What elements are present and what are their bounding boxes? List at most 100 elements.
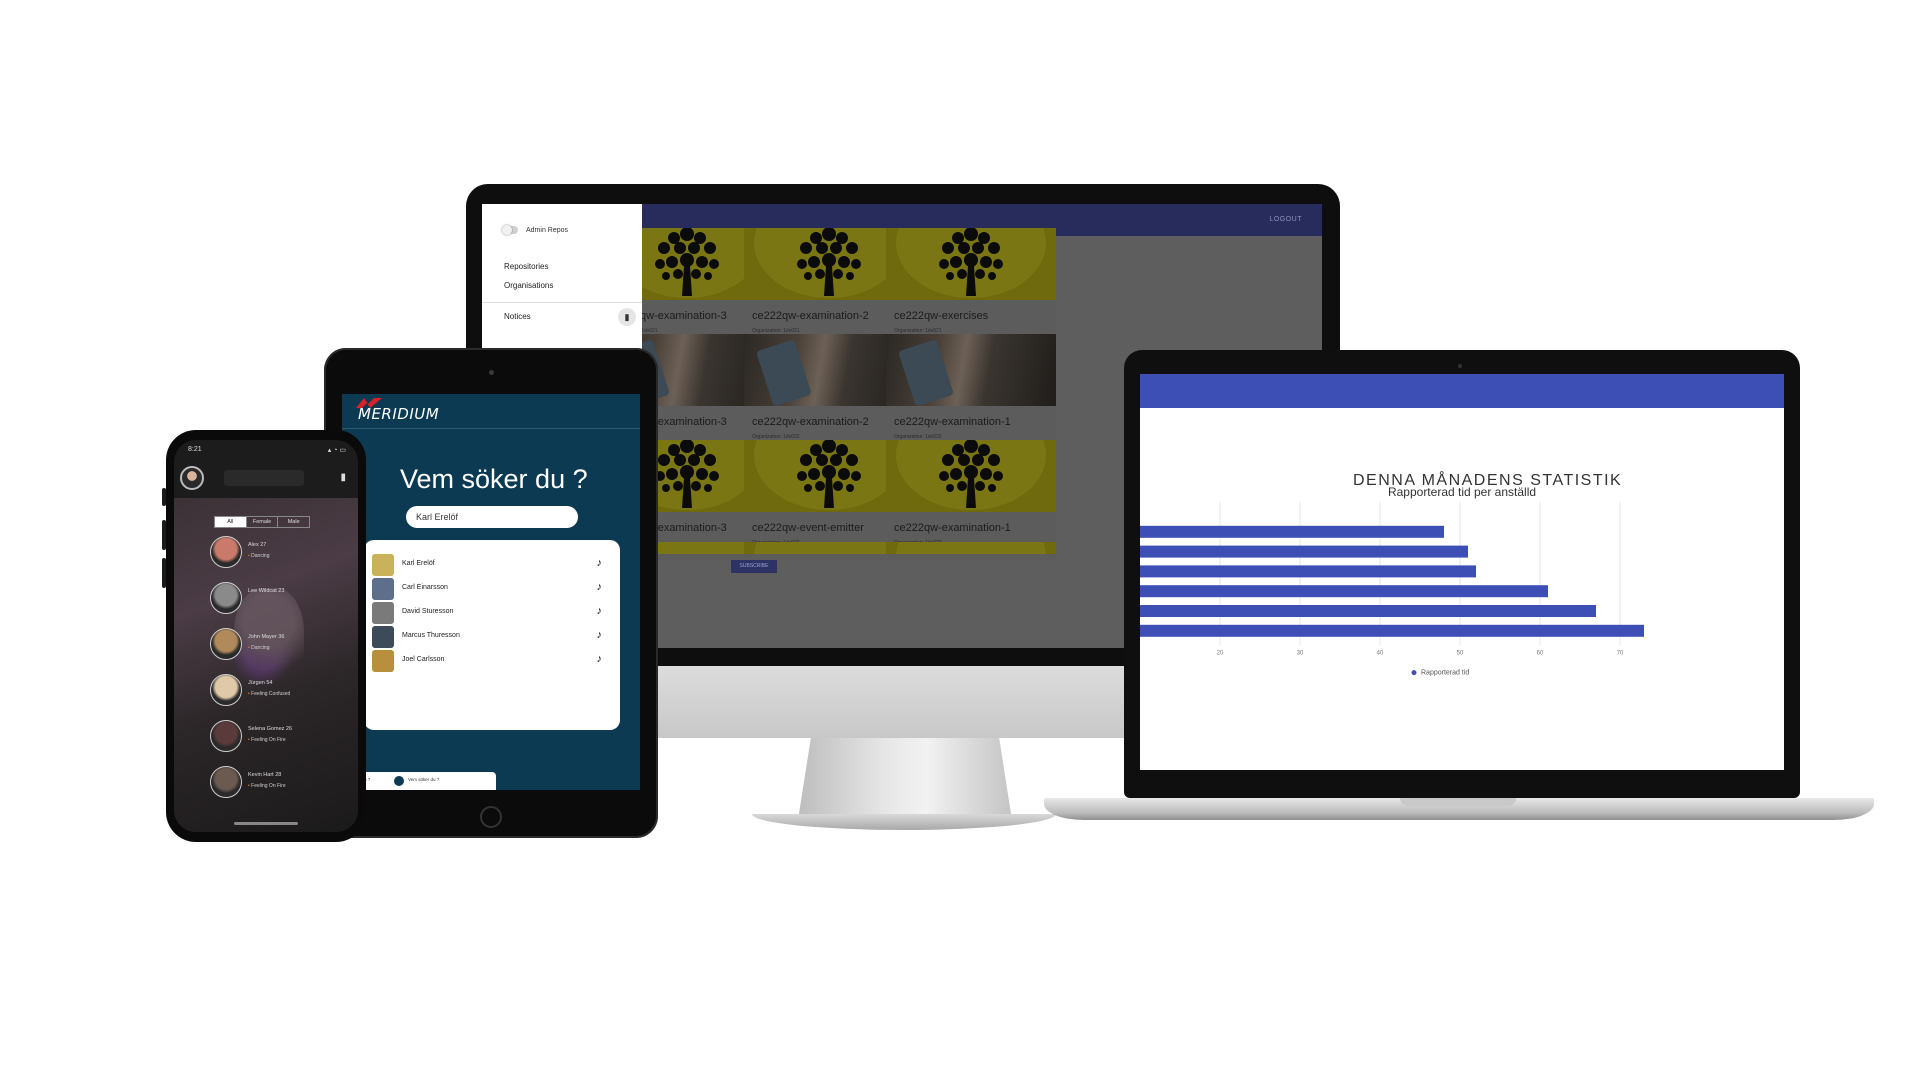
- person-row[interactable]: David Sturesson ♪: [372, 602, 612, 624]
- repository-title: ce222qw-event-emitter: [752, 522, 864, 534]
- repository-card-partial: [886, 542, 1056, 554]
- repository-title: ce222qw-examination-2: [752, 416, 869, 428]
- user-status: • Feeling On Fire: [248, 783, 286, 789]
- chart-card: DENNA MÅNADENS STATISTIK Rapporterad tid…: [1140, 408, 1784, 770]
- user-row[interactable]: Kevin Hart 28 • Feeling On Fire: [210, 766, 350, 800]
- drawer-item-organisations[interactable]: Organisations: [504, 281, 553, 290]
- person-name: Karl Erelöf: [402, 560, 435, 567]
- admin-repos-toggle[interactable]: [502, 225, 518, 235]
- phone-volume-down: [162, 558, 166, 588]
- tablet-screen: MERIDIUM Vem söker du ? Karl Erelöf Karl…: [342, 394, 640, 790]
- user-row[interactable]: Selena Gomez 26 • Feeling On Fire: [210, 720, 350, 754]
- bell-icon[interactable]: ♪: [597, 557, 603, 569]
- repository-title: ce222qw-examination-1: [894, 416, 1011, 428]
- x-tick-label: 50: [1457, 651, 1464, 657]
- repository-title: ce222qw-exercises: [894, 310, 989, 322]
- person-avatar: [372, 554, 394, 576]
- repository-title: ce222qw-examination-2: [752, 310, 869, 322]
- repository-photo-image: [886, 334, 1056, 406]
- person-row[interactable]: Karl Erelöf ♪: [372, 554, 612, 576]
- user-avatar: [210, 720, 242, 752]
- person-search-input[interactable]: Karl Erelöf: [406, 506, 578, 528]
- user-status-text: Feeling On Fire: [251, 737, 286, 743]
- person-name: David Sturesson: [402, 608, 454, 615]
- user-name: Lee Wildcat 23: [248, 588, 285, 594]
- meridium-logo-text: MERIDIUM: [358, 405, 440, 423]
- repository-card[interactable]: ce222qw-examination-1Organization: 1dv02…: [886, 334, 1056, 454]
- user-status: • Dancing: [248, 645, 270, 651]
- user-avatar: [210, 536, 242, 568]
- drawer-item-repositories[interactable]: Repositories: [504, 262, 548, 271]
- status-icons: ▴ ◔ ▭: [327, 447, 346, 454]
- x-tick-label: 20: [1217, 651, 1224, 657]
- user-status: • Dancing: [248, 553, 270, 559]
- tree-logo-icon: [939, 440, 1003, 508]
- x-tick-label: 30: [1297, 651, 1304, 657]
- user-row[interactable]: Alex 27 • Dancing: [210, 536, 350, 570]
- chart-bar: [1140, 624, 1644, 637]
- tablet-home-button[interactable]: [480, 806, 502, 828]
- home-indicator: [234, 822, 298, 825]
- user-row[interactable]: Lee Wildcat 23: [210, 582, 350, 616]
- chart-bar: [1140, 525, 1444, 538]
- chart-bar: [1140, 565, 1476, 578]
- user-row[interactable]: Jürgen 54 • Feeling Confused: [210, 674, 350, 708]
- user-status-text: Dancing: [251, 553, 270, 559]
- person-row[interactable]: Marcus Thuresson ♪: [372, 626, 612, 648]
- chart-bar: [1140, 585, 1548, 598]
- repository-tree-image: [886, 440, 1056, 512]
- tree-logo-icon: [797, 440, 861, 508]
- bar-chart: Rapporterad tid per anställd 20 30 40 50 60 70…: [1140, 485, 1644, 677]
- x-tick-label: 40: [1377, 651, 1384, 657]
- chart-bar: [1140, 545, 1468, 558]
- phone-screen: 8:21 ▴ ◔ ▭ ▮ All Female Male Alex 27 • Da…: [174, 440, 358, 832]
- user-avatar: [210, 766, 242, 798]
- bell-icon[interactable]: ♪: [597, 629, 603, 641]
- tree-logo-icon: [797, 228, 861, 296]
- filter-female[interactable]: Female: [247, 517, 279, 527]
- chat-icon[interactable]: ▮: [340, 472, 346, 483]
- x-tick-label: 60: [1537, 651, 1544, 657]
- imac-foot: [752, 814, 1056, 830]
- phone-volume-up: [162, 520, 166, 550]
- tree-logo-icon: [655, 228, 719, 296]
- user-name: Kevin Hart 28: [248, 772, 282, 778]
- bell-icon[interactable]: ♪: [597, 653, 603, 665]
- chart-bar: [1140, 605, 1596, 617]
- bell-icon[interactable]: ♪: [597, 605, 603, 617]
- tab-vem-soker-du[interactable]: Vem söker du ?: [408, 777, 439, 782]
- filter-male[interactable]: Male: [278, 517, 309, 527]
- search-page-title: Vem söker du ?: [400, 464, 588, 494]
- repository-card[interactable]: ce222qw-exercises Organization: 1dv021: [886, 228, 1056, 348]
- profile-avatar[interactable]: [180, 466, 204, 490]
- person-avatar: [372, 626, 394, 648]
- tab-active-dot: [394, 776, 404, 786]
- person-name: Marcus Thuresson: [402, 632, 460, 639]
- filter-all[interactable]: All: [215, 517, 247, 527]
- people-result-card: Karl Erelöf ♪ Carl Einarsson ♪ David Sturess…: [364, 540, 620, 730]
- bell-icon[interactable]: ♪: [597, 581, 603, 593]
- person-row[interactable]: Carl Einarsson ♪: [372, 578, 612, 600]
- drawer-item-notices[interactable]: Notices: [504, 312, 531, 321]
- user-row[interactable]: John Mayer 36 • Dancing: [210, 628, 350, 662]
- person-name: Carl Einarsson: [402, 584, 448, 591]
- person-avatar: [372, 578, 394, 600]
- person-avatar: [372, 602, 394, 624]
- drawer-divider: [482, 302, 642, 303]
- legend-swatch: [1411, 670, 1417, 676]
- user-status: • Feeling Confused: [248, 691, 290, 697]
- trash-icon[interactable]: ▮: [618, 308, 636, 326]
- logo-divider: [342, 428, 640, 429]
- repository-title: ce222qw-examination-1: [894, 522, 1011, 534]
- subscribe-button[interactable]: SUBSCRIBE: [731, 560, 777, 573]
- phone-search-bar[interactable]: [224, 470, 304, 486]
- dashboard-header-bar: [1140, 374, 1784, 408]
- chart-title: Rapporterad tid per anställd: [1388, 485, 1536, 499]
- user-status-text: Feeling Confused: [251, 691, 291, 697]
- logout-button[interactable]: LOGOUT: [1269, 216, 1302, 223]
- person-row[interactable]: Joel Carlsson ♪: [372, 650, 612, 672]
- tablet-camera: [489, 370, 494, 375]
- gender-filter-segmented-control: All Female Male: [214, 516, 310, 528]
- person-name: Joel Carlsson: [402, 656, 445, 663]
- user-name: Jürgen 54: [248, 680, 273, 686]
